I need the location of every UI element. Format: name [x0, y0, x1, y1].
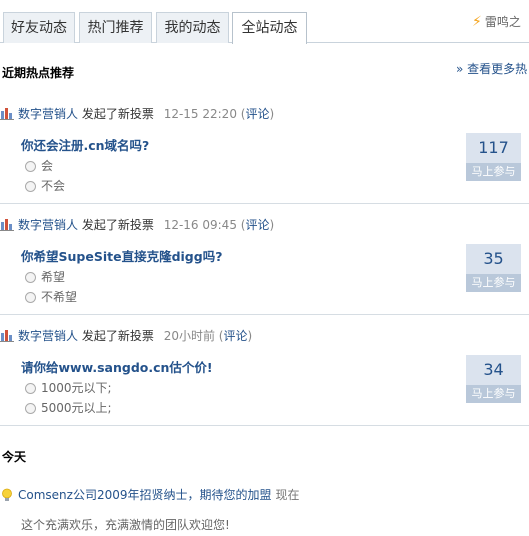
today-activity-description: 这个充满欢乐，充满激情的团队欢迎您! [21, 518, 230, 532]
radio-button[interactable] [25, 161, 36, 172]
poll-author[interactable]: 数字营销人 [18, 329, 78, 343]
poll-option[interactable]: 希望 [25, 268, 65, 285]
poll-action: 发起了新投票 [81, 218, 154, 232]
poll-option-label: 5000元以上; [41, 401, 112, 415]
vote-box[interactable]: 35 马上参与 [466, 244, 521, 292]
poll-header: 数字营销人 发起了新投票 20小时前 (评论) [0, 327, 252, 344]
bar-chart-icon [0, 108, 14, 120]
poll-time: 12-15 22:20 [163, 107, 237, 121]
today-activity-item: Comsenz公司2009年招贤纳士，期待您的加盟 现在 [0, 486, 300, 503]
vote-count: 34 [466, 355, 521, 385]
bar-chart-icon [0, 219, 14, 231]
tab-hot-recommend[interactable]: 热门推荐 [79, 12, 152, 43]
paren-close: ) [247, 329, 253, 343]
poll-option-label: 会 [41, 159, 54, 173]
tab-friends-activity[interactable]: 好友动态 [3, 12, 75, 43]
lightbulb-icon [2, 488, 12, 501]
poll-time: 20小时前 [163, 329, 215, 343]
poll-question[interactable]: 你希望SupeSite直接克隆digg吗? [21, 246, 222, 265]
join-poll-button[interactable]: 马上参与 [466, 163, 521, 181]
hot-section-title: 近期热点推荐 [2, 66, 75, 80]
poll-option-label: 希望 [41, 270, 66, 284]
poll-header: 数字营销人 发起了新投票 12-15 22:20 (评论) [0, 105, 274, 122]
radio-button[interactable] [25, 403, 36, 414]
radio-button[interactable] [25, 292, 36, 303]
poll-author[interactable]: 数字营销人 [18, 107, 78, 121]
radio-button[interactable] [25, 181, 36, 192]
tab-my-activity[interactable]: 我的动态 [156, 12, 229, 43]
today-activity-time: 现在 [275, 488, 300, 502]
poll-action: 发起了新投票 [81, 329, 154, 343]
vote-box[interactable]: 117 马上参与 [466, 133, 521, 181]
poll-comment-link[interactable]: 评论 [245, 107, 269, 121]
poll-option[interactable]: 5000元以上; [25, 399, 112, 416]
top-right-link[interactable]: ⚡ 雷鸣之 [472, 13, 529, 30]
radio-button[interactable] [25, 272, 36, 283]
view-more-link[interactable]: » 查看更多热 [456, 60, 527, 77]
poll-option-label: 1000元以下; [41, 381, 112, 395]
lightning-icon: ⚡ [472, 14, 482, 30]
today-section-title: 今天 [2, 450, 27, 464]
poll-option-label: 不希望 [41, 290, 78, 304]
poll-author[interactable]: 数字营销人 [18, 218, 78, 232]
vote-box[interactable]: 34 马上参与 [466, 355, 521, 403]
tab-site-activity[interactable]: 全站动态 [232, 12, 307, 44]
divider [0, 314, 529, 315]
divider [0, 425, 529, 426]
radio-button[interactable] [25, 383, 36, 394]
poll-comment-link[interactable]: 评论 [223, 329, 247, 343]
join-poll-button[interactable]: 马上参与 [466, 385, 521, 403]
tab-bar: 好友动态 热门推荐 我的动态 全站动态 ⚡ 雷鸣之 [0, 0, 529, 44]
paren-close: ) [269, 107, 275, 121]
poll-option[interactable]: 1000元以下; [25, 379, 112, 396]
join-poll-button[interactable]: 马上参与 [466, 274, 521, 292]
top-right-link-label: 雷鸣之 [484, 15, 521, 29]
poll-option[interactable]: 不会 [25, 177, 65, 194]
poll-action: 发起了新投票 [81, 107, 154, 121]
poll-comment-link[interactable]: 评论 [245, 218, 269, 232]
divider [0, 203, 529, 204]
bar-chart-icon [0, 330, 14, 342]
poll-question[interactable]: 请你给www.sangdo.cn估个价! [21, 357, 213, 376]
poll-option-label: 不会 [41, 179, 66, 193]
poll-option[interactable]: 不希望 [25, 288, 77, 305]
paren-close: ) [269, 218, 275, 232]
today-activity-link[interactable]: Comsenz公司2009年招贤纳士，期待您的加盟 [18, 488, 272, 502]
poll-question[interactable]: 你还会注册.cn域名吗? [21, 135, 149, 154]
vote-count: 117 [466, 133, 521, 163]
poll-option[interactable]: 会 [25, 157, 53, 174]
poll-header: 数字营销人 发起了新投票 12-16 09:45 (评论) [0, 216, 274, 233]
vote-count: 35 [466, 244, 521, 274]
poll-time: 12-16 09:45 [163, 218, 237, 232]
